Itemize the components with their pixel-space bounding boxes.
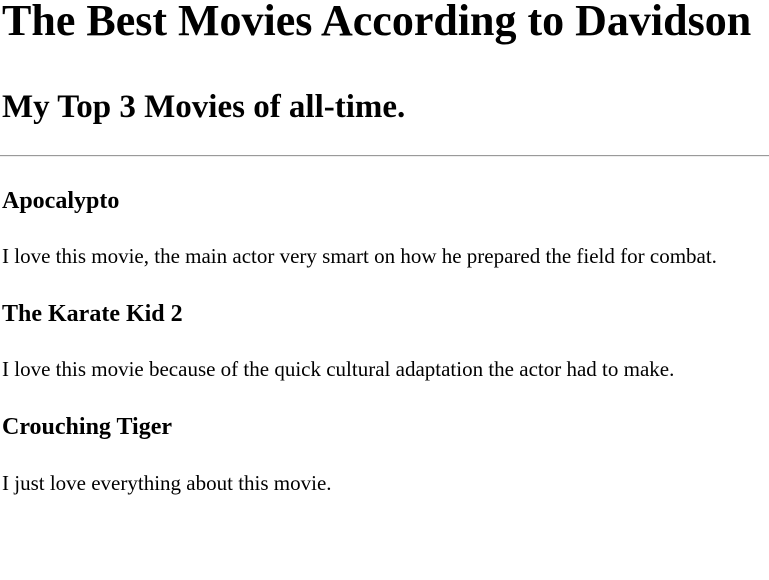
page-title: The Best Movies According to Davidson bbox=[2, 0, 752, 45]
movie-title: Crouching Tiger bbox=[2, 414, 173, 440]
movie-entry: The Karate Kid 2 I love this movie becau… bbox=[2, 300, 767, 383]
movie-entry: Apocalypto I love this movie, the main a… bbox=[2, 187, 767, 270]
movie-title: The Karate Kid 2 bbox=[2, 301, 183, 327]
page-subtitle: My Top 3 Movies of all-time. bbox=[2, 89, 406, 125]
page: The Best Movies According to Davidson My… bbox=[0, 0, 769, 497]
movie-description: I love this movie, the main actor very s… bbox=[2, 244, 717, 268]
movie-entry: Crouching Tiger I just love everything a… bbox=[2, 413, 767, 497]
movie-title: Apocalypto bbox=[2, 188, 120, 214]
movie-description: I love this movie because of the quick c… bbox=[2, 357, 675, 381]
divider bbox=[0, 155, 769, 157]
movie-description: I just love everything about this movie. bbox=[2, 471, 332, 495]
